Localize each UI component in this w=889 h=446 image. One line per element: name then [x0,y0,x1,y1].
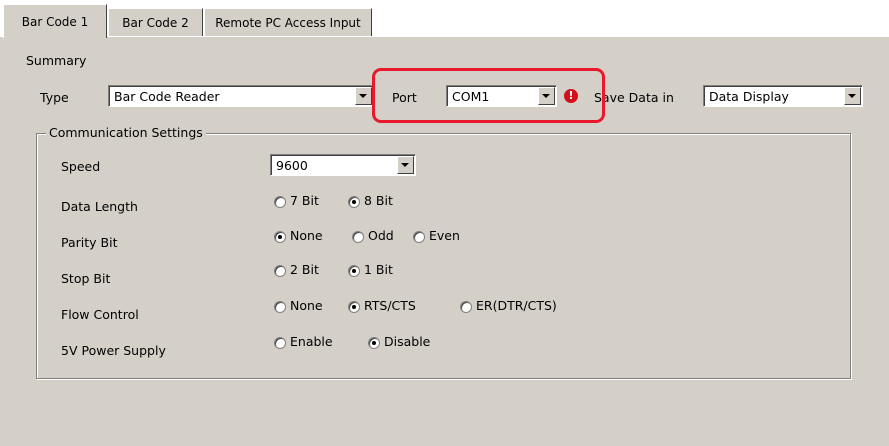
parity-odd-radio[interactable] [352,231,364,243]
parity-even-label[interactable]: Even [429,228,460,243]
data-length-8bit-label[interactable]: 8 Bit [364,193,393,208]
flow-control-label: Flow Control [61,307,139,322]
stop-bit-label: Stop Bit [61,271,111,286]
port-highlight-box [372,68,605,123]
power-enable-label[interactable]: Enable [290,334,333,349]
speed-select-value: 9600 [276,158,308,173]
parity-none-radio[interactable] [274,231,286,243]
power-supply-label: 5V Power Supply [61,343,166,358]
save-data-label: Save Data in [594,90,674,105]
power-disable-label[interactable]: Disable [384,334,430,349]
speed-select[interactable]: 9600 [270,154,416,176]
data-length-7bit-radio[interactable] [274,196,286,208]
flow-rts-cts-label[interactable]: RTS/CTS [364,298,416,313]
data-length-8bit-radio[interactable] [348,196,360,208]
parity-label: Parity Bit [61,235,118,250]
stop-bit-1bit-label[interactable]: 1 Bit [364,262,393,277]
tab-remote-pc-access-input[interactable]: Remote PC Access Input [204,8,372,36]
tab-bar-code-1[interactable]: Bar Code 1 [3,4,107,38]
save-data-select-value: Data Display [709,89,789,104]
type-select[interactable]: Bar Code Reader [108,85,374,107]
parity-none-label[interactable]: None [290,228,323,243]
chevron-down-icon[interactable] [397,156,414,174]
tab-bar-code-2[interactable]: Bar Code 2 [108,8,203,36]
type-select-value: Bar Code Reader [114,89,220,104]
power-enable-radio[interactable] [274,337,286,349]
stop-bit-2bit-label[interactable]: 2 Bit [290,262,319,277]
chevron-down-icon[interactable] [355,87,372,105]
flow-none-label[interactable]: None [290,298,323,313]
data-length-label: Data Length [61,199,138,214]
power-disable-radio[interactable] [368,337,380,349]
type-label: Type [40,90,69,105]
chevron-down-icon[interactable] [844,87,861,105]
flow-er-dtr-cts-radio[interactable] [460,301,472,313]
settings-panel: Summary Type Bar Code Reader Port COM1 !… [0,36,889,446]
parity-even-radio[interactable] [413,231,425,243]
save-data-select[interactable]: Data Display [703,85,863,107]
summary-heading: Summary [26,53,87,68]
communication-settings-title: Communication Settings [46,125,206,140]
flow-er-dtr-cts-label[interactable]: ER(DTR/CTS) [476,298,557,313]
tab-strip: Bar Code 1 Bar Code 2 Remote PC Access I… [0,0,889,38]
data-length-7bit-label[interactable]: 7 Bit [290,193,319,208]
speed-label: Speed [61,159,101,174]
stop-bit-2bit-radio[interactable] [274,265,286,277]
stop-bit-1bit-radio[interactable] [348,265,360,277]
parity-odd-label[interactable]: Odd [368,228,394,243]
flow-rts-cts-radio[interactable] [348,301,360,313]
flow-none-radio[interactable] [274,301,286,313]
